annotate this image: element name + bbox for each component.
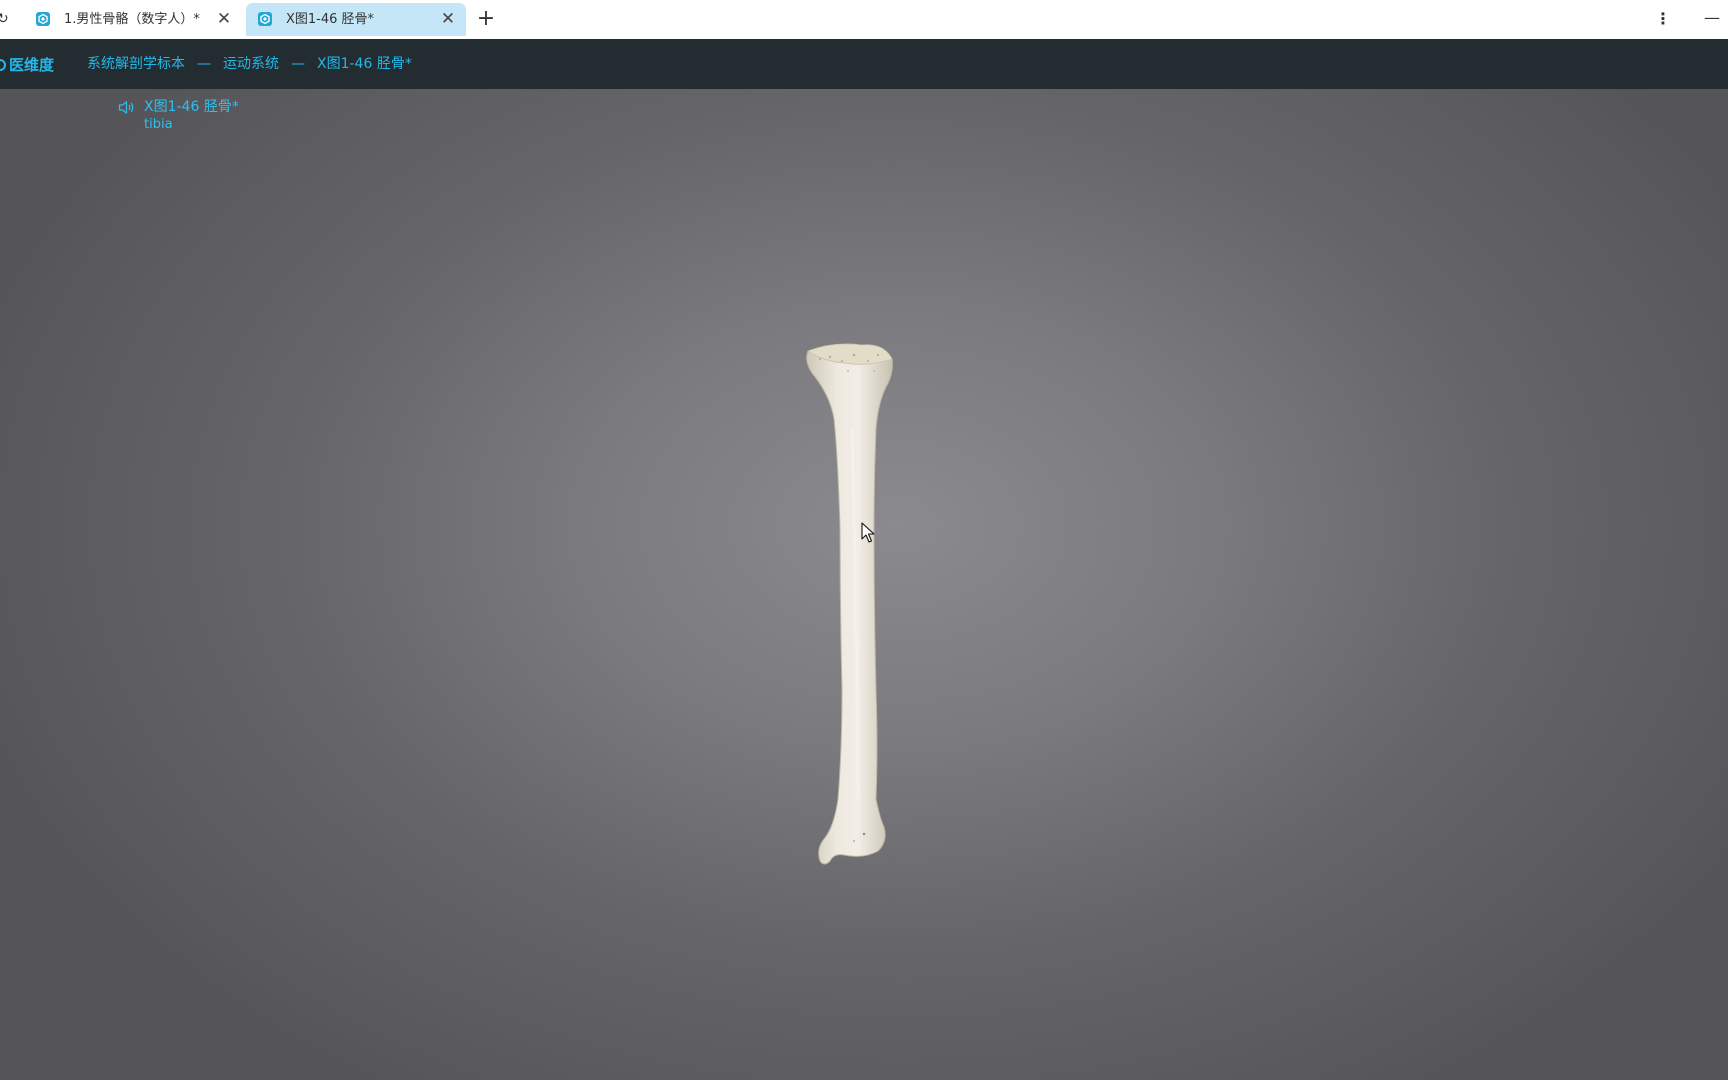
brand-name: 医维度 <box>9 56 55 74</box>
browser-menu-icon[interactable]: ⋮ <box>1653 9 1673 29</box>
breadcrumb-item-locomotor-system[interactable]: 运动系统 <box>223 56 279 72</box>
speaker-icon[interactable] <box>118 100 135 115</box>
minimize-icon[interactable]: — <box>1700 9 1724 29</box>
structure-name: X图1-46 胫骨* <box>144 99 239 115</box>
tab-title: X图1-46 胫骨* <box>286 12 375 27</box>
tab-tibia[interactable]: X图1-46 胫骨* ✕ <box>246 3 466 36</box>
3d-viewport[interactable]: X图1-46 胫骨* tibia <box>0 89 1728 1080</box>
breadcrumb: 系统解剖学标本 — 运动系统 — X图1-46 胫骨* <box>87 54 412 74</box>
tab-close-icon[interactable]: ✕ <box>438 9 458 29</box>
reload-icon[interactable]: ↻ <box>0 9 9 29</box>
tab-title: 1.男性骨骼（数字人）* <box>64 12 200 27</box>
new-tab-button[interactable]: + <box>474 7 498 31</box>
tab-close-icon[interactable]: ✕ <box>214 9 234 29</box>
mouse-cursor-icon <box>861 522 875 543</box>
breadcrumb-item-tibia[interactable]: X图1-46 胫骨* <box>317 56 412 72</box>
app-favicon-icon <box>36 12 50 26</box>
brand-logo-icon <box>0 58 6 71</box>
app-navbar: 医维度 系统解剖学标本 — 运动系统 — X图1-46 胫骨* <box>0 39 1728 89</box>
structure-latin-name: tibia <box>144 117 173 132</box>
app-favicon-icon <box>258 12 272 26</box>
tab-male-skeleton[interactable]: 1.男性骨骼（数字人）* ✕ <box>24 3 242 36</box>
brand-logo[interactable]: 医维度 <box>0 54 54 74</box>
breadcrumb-separator: — <box>197 56 211 72</box>
breadcrumb-item-anatomy-specimens[interactable]: 系统解剖学标本 <box>87 56 185 72</box>
tibia-bone-model[interactable] <box>790 279 930 939</box>
breadcrumb-separator: — <box>291 56 305 72</box>
browser-tab-bar: ↻ 1.男性骨骼（数字人）* ✕ X图1-46 胫骨* ✕ + ⋮ — <box>0 0 1728 39</box>
